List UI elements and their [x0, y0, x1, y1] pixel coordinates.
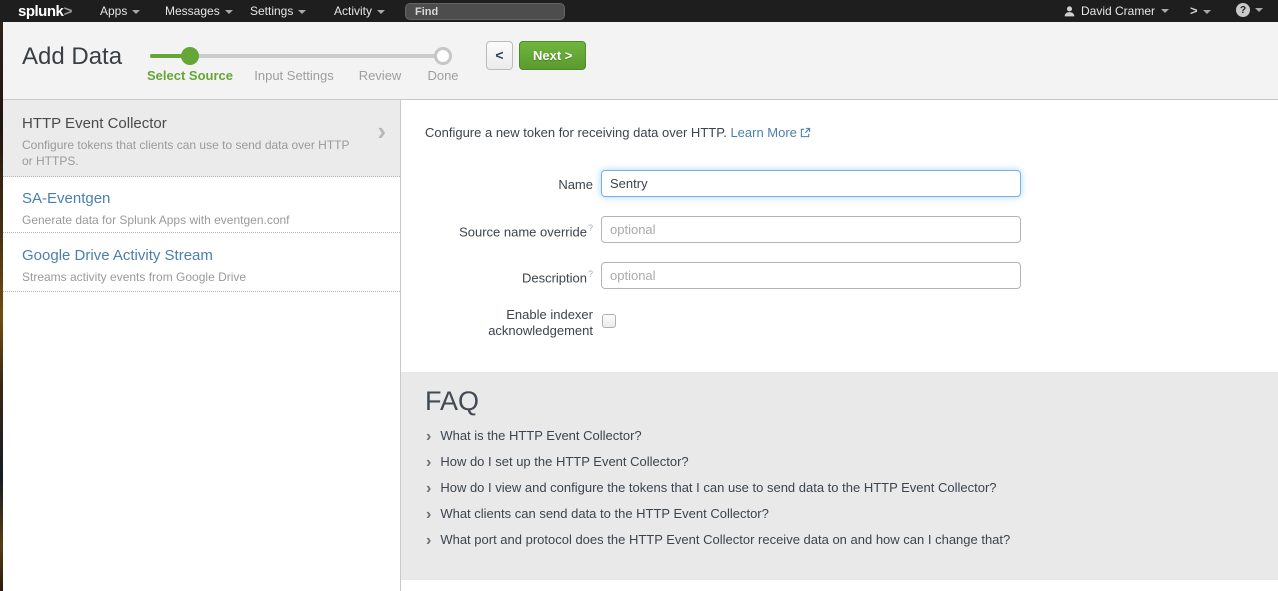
caret-down-icon — [225, 10, 233, 14]
faq-title: FAQ — [425, 386, 479, 417]
faq-item[interactable]: › What is the HTTP Event Collector? — [426, 428, 1010, 454]
description-input[interactable] — [601, 262, 1021, 289]
nav-menu-apps-label: Apps — [100, 4, 127, 18]
faq-item[interactable]: › How do I set up the HTTP Event Collecto… — [426, 454, 1010, 480]
source-override-label-text: Source name override — [459, 224, 587, 239]
sidebar-item-http-event-collector[interactable]: HTTP Event Collector Configure tokens th… — [0, 100, 400, 177]
faq-question: How do I set up the HTTP Event Collector… — [440, 454, 688, 469]
intro-sentence: Configure a new token for receiving data… — [425, 125, 727, 140]
caret-down-icon — [377, 10, 385, 14]
help-icon: ? — [1236, 3, 1250, 17]
indexer-ack-label: Enable indexer acknowledgement — [463, 307, 593, 339]
caret-down-icon — [1255, 8, 1263, 12]
nav-menu-activity[interactable]: Activity — [334, 4, 385, 18]
nav-menu-settings-label: Settings — [250, 4, 293, 18]
step-dot-done — [434, 47, 452, 65]
step-label-done: Done — [427, 68, 458, 83]
nav-menu-settings[interactable]: Settings — [250, 4, 306, 18]
faq-question: What port and protocol does the HTTP Eve… — [440, 532, 1010, 547]
faq-item[interactable]: › What port and protocol does the HTTP Ev… — [426, 532, 1010, 558]
desktop-edge-artifact — [0, 22, 3, 591]
chevron-right-icon: › — [426, 454, 431, 471]
source-override-input[interactable] — [601, 216, 1021, 243]
find-search-input[interactable] — [405, 3, 565, 20]
user-menu[interactable]: David Cramer — [1063, 4, 1169, 18]
learn-more-link[interactable]: Learn More — [730, 125, 796, 140]
next-button[interactable]: Next > — [519, 41, 586, 70]
splunk-quick-menu[interactable]: > — [1190, 3, 1211, 18]
chevron-right-icon: › — [426, 480, 431, 497]
sidebar-item-title: Google Drive Activity Stream — [22, 247, 360, 264]
chevron-right-icon: › — [426, 532, 431, 549]
faq-section: FAQ › What is the HTTP Event Collector? ›… — [401, 372, 1278, 580]
user-icon — [1063, 5, 1076, 18]
faq-item[interactable]: › How do I view and configure the tokens … — [426, 480, 1010, 506]
splunk-logo[interactable]: splunk> — [18, 3, 72, 20]
user-name-label: David Cramer — [1081, 4, 1155, 18]
sidebar-item-title: HTTP Event Collector — [22, 115, 360, 132]
sidebar-item-title: SA-Eventgen — [22, 190, 360, 207]
step-label-select-source: Select Source — [147, 68, 233, 83]
wizard-header: Add Data Select Source Input Settings Re… — [0, 22, 1278, 100]
description-label: Description? — [401, 269, 593, 285]
faq-item[interactable]: › What clients can send data to the HTTP … — [426, 506, 1010, 532]
step-label-review: Review — [359, 68, 402, 83]
back-button[interactable]: < — [486, 41, 513, 70]
sidebar-item-description: Generate data for Splunk Apps with event… — [22, 212, 360, 228]
chevron-right-icon: › — [377, 118, 386, 144]
external-link-icon — [800, 126, 811, 141]
help-menu[interactable]: ? — [1236, 3, 1263, 17]
greater-than-icon: > — [1190, 3, 1198, 18]
step-dot-select-source — [181, 47, 199, 65]
caret-down-icon — [1161, 9, 1169, 13]
tooltip-question-icon[interactable]: ? — [588, 223, 593, 233]
sidebar-item-description: Streams activity events from Google Driv… — [22, 269, 360, 285]
chevron-right-icon: › — [426, 506, 431, 523]
faq-question: What clients can send data to the HTTP E… — [440, 506, 769, 521]
faq-list: › What is the HTTP Event Collector? › How … — [426, 428, 1010, 558]
chevron-right-icon: › — [426, 428, 431, 445]
nav-menu-activity-label: Activity — [334, 4, 372, 18]
splunk-logo-text: splunk — [18, 3, 63, 20]
splunk-logo-chevron-icon: > — [63, 3, 71, 20]
token-intro-text: Configure a new token for receiving data… — [425, 125, 811, 141]
source-type-sidebar: HTTP Event Collector Configure tokens th… — [0, 100, 401, 591]
caret-down-icon — [1203, 10, 1211, 14]
sidebar-item-sa-eventgen[interactable]: SA-Eventgen Generate data for Splunk App… — [0, 177, 400, 233]
caret-down-icon — [132, 10, 140, 14]
sidebar-item-google-drive-activity-stream[interactable]: Google Drive Activity Stream Streams act… — [0, 233, 400, 292]
indexer-ack-checkbox[interactable] — [602, 314, 616, 328]
sidebar-item-description: Configure tokens that clients can use to… — [22, 137, 360, 169]
page-title: Add Data — [22, 43, 122, 71]
nav-menu-messages-label: Messages — [165, 4, 220, 18]
faq-question: What is the HTTP Event Collector? — [440, 428, 641, 443]
name-input[interactable] — [601, 170, 1021, 197]
source-override-label: Source name override? — [401, 223, 593, 239]
name-label: Name — [401, 177, 593, 192]
nav-menu-messages[interactable]: Messages — [165, 4, 233, 18]
top-nav-bar: splunk> Apps Messages Settings Activity … — [0, 0, 1278, 22]
description-label-text: Description — [522, 270, 587, 285]
tooltip-question-icon[interactable]: ? — [588, 269, 593, 279]
nav-menu-apps[interactable]: Apps — [100, 4, 140, 18]
main-content: Configure a new token for receiving data… — [401, 100, 1278, 591]
faq-question: How do I view and configure the tokens t… — [440, 480, 996, 495]
step-label-input-settings: Input Settings — [254, 68, 334, 83]
caret-down-icon — [298, 10, 306, 14]
